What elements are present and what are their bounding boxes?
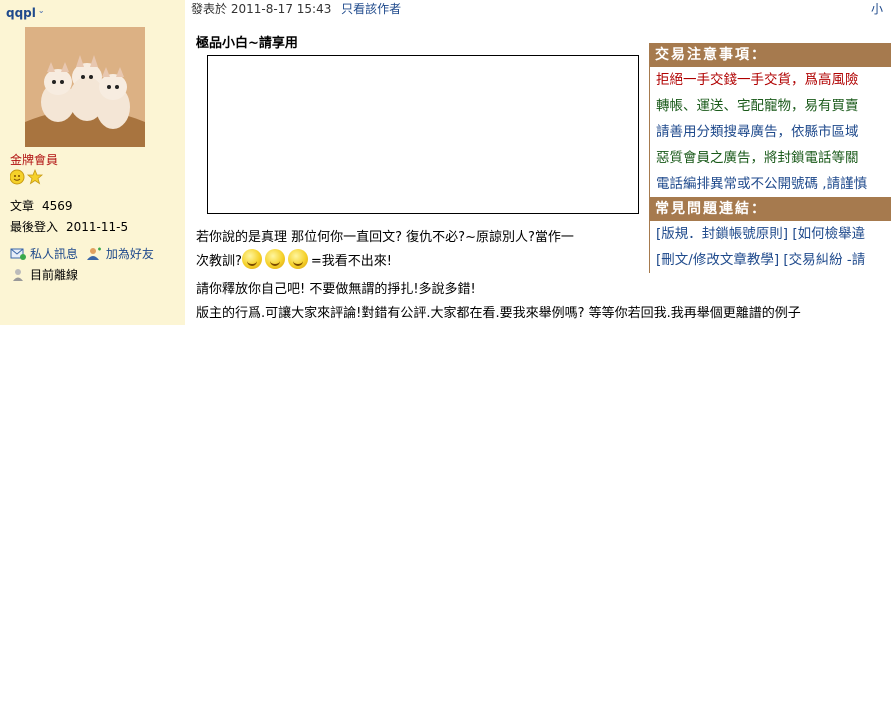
post-title: 極品小白~請享用 bbox=[196, 36, 298, 51]
smiley-icon bbox=[241, 249, 262, 269]
smiley-icon bbox=[287, 249, 308, 269]
add-friend-icon bbox=[86, 247, 101, 260]
notice-item[interactable]: 惡質會員之廣告，將封鎖電話等關 bbox=[650, 145, 891, 171]
trade-notice-panel: 交易注意事項： 拒絕一手交錢一手交貨，爲高風險 轉帳、運送、宅配寵物，易有買賣 … bbox=[649, 43, 891, 273]
post-line-2: 次教訓? =我看不出來! bbox=[196, 249, 392, 269]
last-login: 最後登入 2011-11-5 bbox=[10, 220, 129, 234]
notice-item[interactable]: 電話編排異常或不公開號碼 ,請謹慎 bbox=[650, 171, 891, 197]
rank-medal-icon bbox=[9, 168, 44, 185]
message-icon bbox=[10, 248, 26, 260]
post-image-placeholder bbox=[207, 55, 639, 214]
chevron-down-icon[interactable]: ⌄ bbox=[38, 6, 45, 15]
faq-link[interactable]: [刪文/修改文章教學] [交易糾紛 -請 bbox=[650, 247, 891, 273]
post-line-4: 版主的行爲.可讓大家來評論!對錯有公評.大家都在看.要我來舉例嗎? 等等你若回我… bbox=[196, 306, 801, 321]
notice-header: 交易注意事項： bbox=[649, 43, 891, 67]
offline-user-icon bbox=[13, 268, 23, 281]
rank-stars bbox=[9, 168, 44, 188]
post-line-3: 請你釋放你自己吧! 不要做無謂的掙扎!多說多錯! bbox=[196, 282, 476, 297]
author-sidebar: qqpl ⌄ 金牌會員 文章 4569 最後登入 2011-11-5 私人訊息 … bbox=[0, 0, 185, 325]
faq-link[interactable]: [版規．封鎖帳號原則] [如何檢舉違 bbox=[650, 221, 891, 247]
post-meta: 發表於 2011-8-17 15:43 只看該作者 bbox=[191, 2, 402, 16]
notice-item[interactable]: 拒絕一手交錢一手交貨，爲高風險 bbox=[650, 67, 891, 93]
notice-item[interactable]: 請善用分類搜尋廣告，依縣市區域 bbox=[650, 119, 891, 145]
avatar[interactable] bbox=[25, 27, 145, 147]
notice-item[interactable]: 轉帳、運送、宅配寵物，易有買賣 bbox=[650, 93, 891, 119]
author-name[interactable]: qqpl ⌄ bbox=[6, 6, 45, 20]
post-count: 文章 4569 bbox=[10, 199, 73, 213]
add-friend-link[interactable]: 加為好友 bbox=[86, 246, 154, 261]
smiley-icon bbox=[264, 249, 285, 269]
pm-link[interactable]: 私人訊息 bbox=[10, 246, 82, 261]
author-actions: 私人訊息 加為好友 bbox=[10, 245, 154, 262]
font-small-link[interactable]: 小 bbox=[871, 0, 883, 17]
faq-header: 常見問題連結： bbox=[649, 197, 891, 221]
only-author-link[interactable]: 只看該作者 bbox=[341, 2, 401, 16]
member-rank: 金牌會員 bbox=[10, 153, 59, 167]
post-line-1: 若你說的是真理 那位何你一直回文? 復仇不必?~原諒別人?當作一 bbox=[196, 230, 574, 245]
online-status: 目前離線 bbox=[10, 266, 78, 283]
